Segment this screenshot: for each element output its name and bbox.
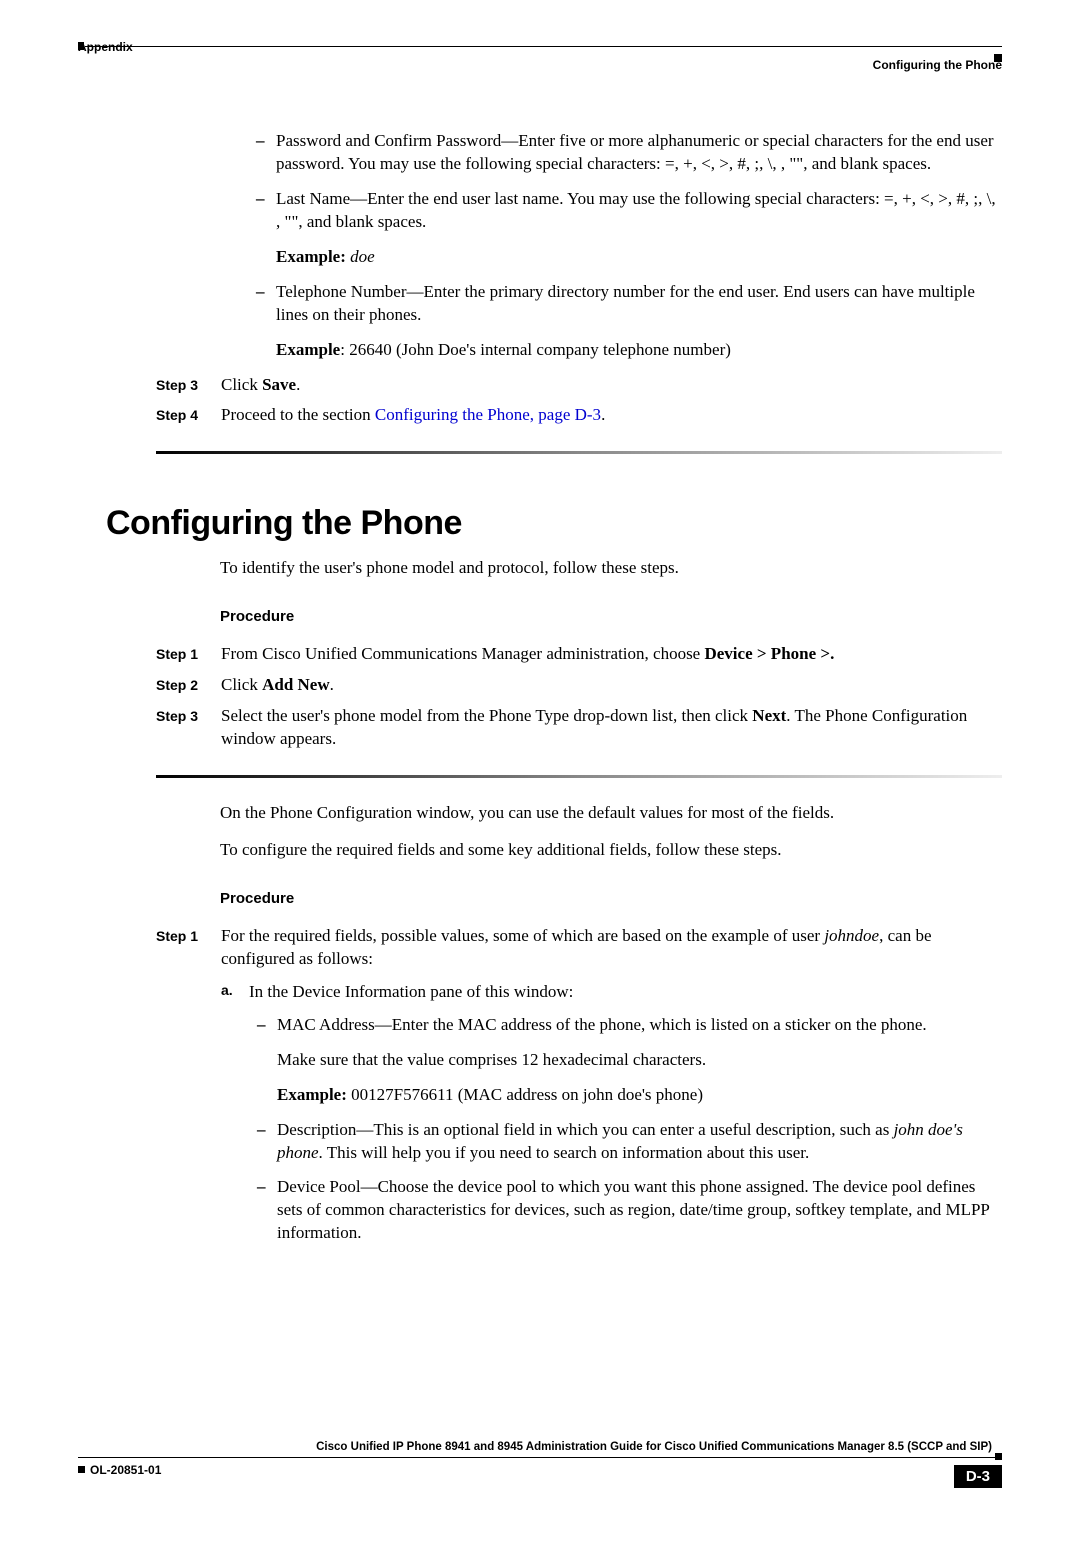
divider xyxy=(156,775,1002,778)
text-italic: johndoe xyxy=(824,926,879,945)
step-row: Step 1 For the required fields, possible… xyxy=(78,925,1002,1257)
body-paragraph: To configure the required fields and som… xyxy=(220,839,1002,862)
example-mac: Example: 00127F576611 (MAC address on jo… xyxy=(277,1084,1002,1107)
intro-paragraph: To identify the user's phone model and p… xyxy=(220,557,1002,580)
text: For the required fields, possible values… xyxy=(221,926,824,945)
step-text: Click Add New. xyxy=(221,674,1002,697)
header-section-label: Configuring the Phone xyxy=(873,58,1002,72)
procedure-heading: Procedure xyxy=(220,890,1002,907)
section-heading: Configuring the Phone xyxy=(106,504,1002,543)
step-row: Step 4 Proceed to the section Configurin… xyxy=(78,404,1002,427)
step-text: From Cisco Unified Communications Manage… xyxy=(221,643,1002,666)
example-value: 00127F576611 (MAC address on john doe's … xyxy=(347,1085,703,1104)
text: Select the user's phone model from the P… xyxy=(221,706,752,725)
example-label: Example: xyxy=(277,1085,347,1104)
step-label: Step 1 xyxy=(156,643,221,666)
step-label: Step 3 xyxy=(156,705,221,751)
bullet-description: Description—This is an optional field in… xyxy=(277,1119,1002,1165)
mac-note: Make sure that the value comprises 12 he… xyxy=(277,1049,1002,1072)
example-value: doe xyxy=(346,247,375,266)
text: . xyxy=(330,675,334,694)
list-item-a: a. In the Device Information pane of thi… xyxy=(249,981,1002,1004)
step-text: For the required fields, possible values… xyxy=(221,925,1002,1257)
footer-rule xyxy=(78,1457,996,1458)
text-bold: Device > Phone >. xyxy=(704,644,834,663)
example-label: Example: xyxy=(276,247,346,266)
text: Click xyxy=(221,375,262,394)
footer-document-title: Cisco Unified IP Phone 8941 and 8945 Adm… xyxy=(316,1441,992,1453)
bullet-telephone: Telephone Number—Enter the primary direc… xyxy=(276,281,1002,327)
step-label: Step 1 xyxy=(156,925,221,1257)
bullet-device-pool: Device Pool—Choose the device pool to wh… xyxy=(277,1176,1002,1245)
page-number: D-3 xyxy=(954,1465,1002,1488)
body-paragraph: On the Phone Configuration window, you c… xyxy=(220,802,1002,825)
bullet-lastname: Last Name—Enter the end user last name. … xyxy=(276,188,1002,234)
step-text: Click Save. xyxy=(221,374,1002,397)
text: Proceed to the section xyxy=(221,405,375,424)
step-row: Step 3 Click Save. xyxy=(78,374,1002,397)
page-header: Appendix Configuring the Phone xyxy=(78,40,1002,90)
example-label: Example xyxy=(276,340,340,359)
step-text: Select the user's phone model from the P… xyxy=(221,705,1002,751)
header-rule xyxy=(85,46,1002,47)
example-lastname: Example: doe xyxy=(276,246,1002,269)
page-footer: Cisco Unified IP Phone 8941 and 8945 Adm… xyxy=(78,1447,1002,1497)
text-bold: Add New xyxy=(262,675,330,694)
footer-marker-left xyxy=(78,1466,85,1473)
cross-reference-link[interactable]: Configuring the Phone, page D-3 xyxy=(375,405,601,424)
step-label: Step 3 xyxy=(156,374,221,397)
text: In the Device Information pane of this w… xyxy=(249,982,573,1001)
procedure-heading: Procedure xyxy=(220,608,1002,625)
list-marker: a. xyxy=(221,981,233,1000)
footer-marker-right xyxy=(995,1453,1002,1460)
step-label: Step 2 xyxy=(156,674,221,697)
bullet-mac-address: MAC Address—Enter the MAC address of the… xyxy=(277,1014,1002,1037)
step-label: Step 4 xyxy=(156,404,221,427)
text: From Cisco Unified Communications Manage… xyxy=(221,644,704,663)
text: Click xyxy=(221,675,262,694)
example-telephone: Example: 26640 (John Doe's internal comp… xyxy=(276,339,1002,362)
bullet-password: Password and Confirm Password—Enter five… xyxy=(276,130,1002,176)
text-bold: Next xyxy=(752,706,786,725)
step-row: Step 2 Click Add New. xyxy=(78,674,1002,697)
step-text: Proceed to the section Configuring the P… xyxy=(221,404,1002,427)
text: Description—This is an optional field in… xyxy=(277,1120,894,1139)
example-value: : 26640 (John Doe's internal company tel… xyxy=(340,340,731,359)
divider xyxy=(156,451,1002,454)
step-row: Step 1 From Cisco Unified Communications… xyxy=(78,643,1002,666)
text: . xyxy=(296,375,300,394)
header-chapter-label: Appendix xyxy=(78,40,133,54)
text-bold: Save xyxy=(262,375,296,394)
step-row: Step 3 Select the user's phone model fro… xyxy=(78,705,1002,751)
text: . xyxy=(601,405,605,424)
text: . This will help you if you need to sear… xyxy=(319,1143,810,1162)
footer-document-id: OL-20851-01 xyxy=(90,1463,161,1477)
